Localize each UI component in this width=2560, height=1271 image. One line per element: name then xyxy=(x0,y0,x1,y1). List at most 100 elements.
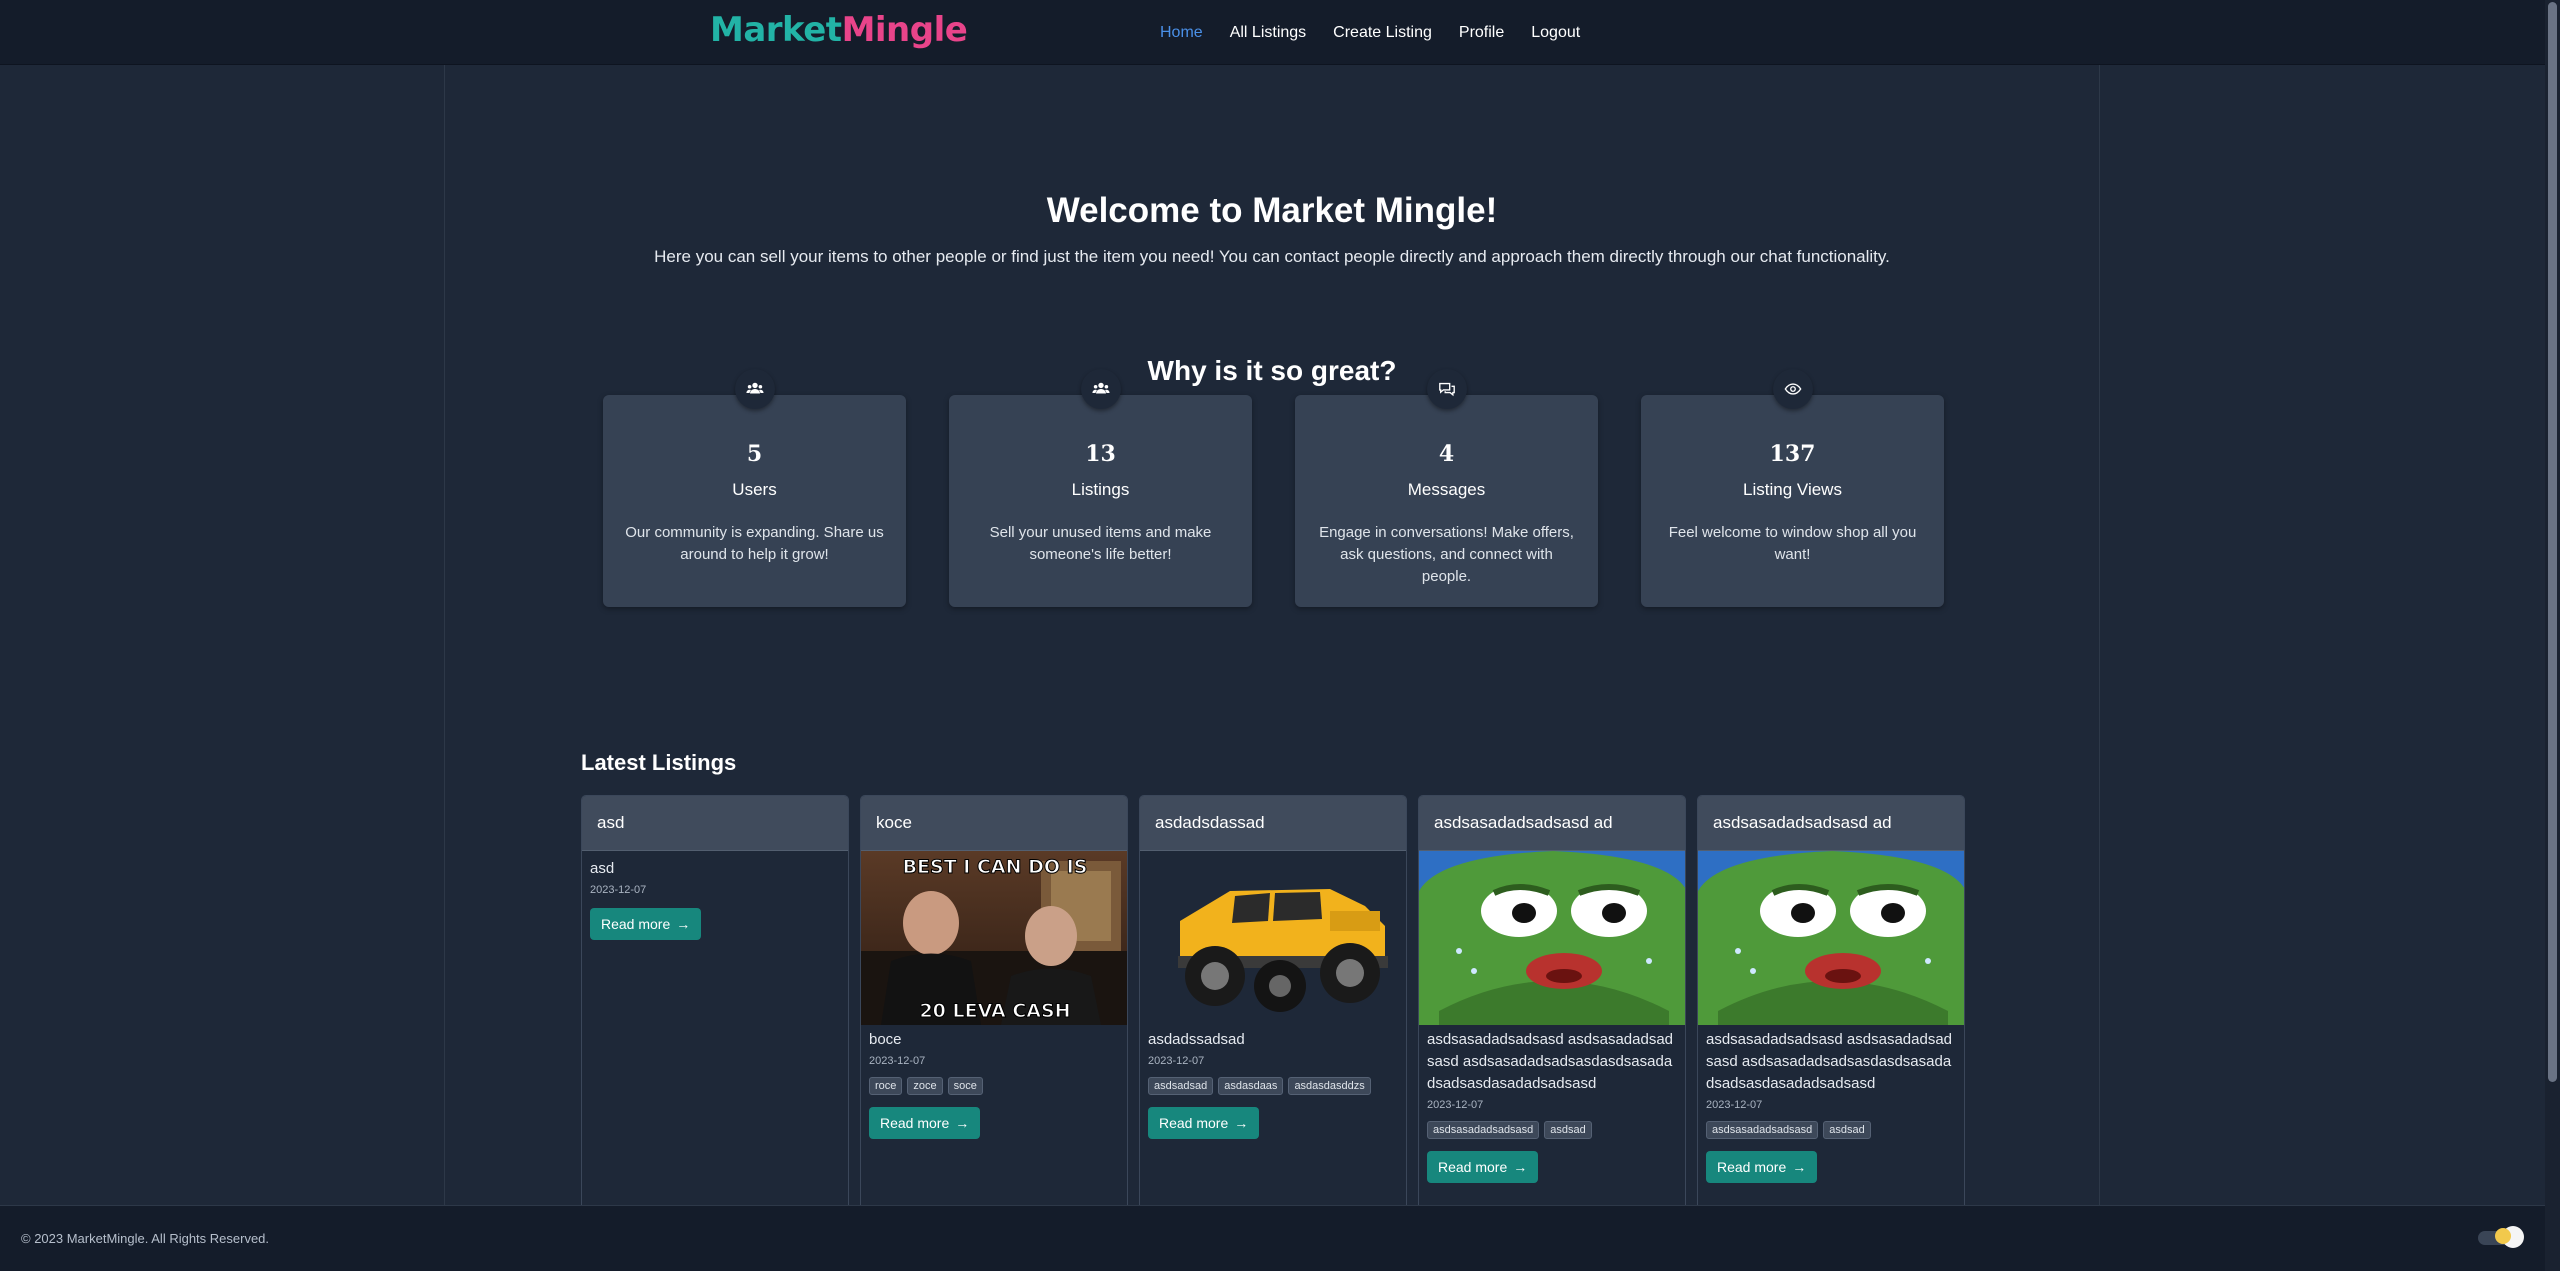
tag[interactable]: asdsad xyxy=(1823,1121,1871,1139)
stat-description: Engage in conversations! Make offers, as… xyxy=(1319,524,1574,585)
tag-list: asdsasadadsadsasd asdsad xyxy=(1706,1121,1956,1139)
navbar: MarketMingle Home All Listings Create Li… xyxy=(0,0,2560,65)
listing-body: asd 2023-12-07 Read more → xyxy=(590,858,840,940)
arrow-right-icon: → xyxy=(676,916,691,932)
stat-label: Users xyxy=(732,480,777,499)
listing-title: asdsasadadsadsasd ad xyxy=(1698,796,1964,851)
listing-image xyxy=(1140,851,1406,1025)
tag[interactable]: asdsasadadsadsasd xyxy=(1706,1121,1819,1139)
read-more-button[interactable]: Read more → xyxy=(590,908,702,940)
listing-image: BEST I CAN DO IS 20 LEVA CASH xyxy=(861,851,1127,1025)
listing-date: 2023-12-07 xyxy=(1427,1099,1484,1111)
listing-card[interactable]: asdsasadadsadsasd ad asdsasadadsadsasd a… xyxy=(1697,795,1965,1215)
read-more-button[interactable]: Read more → xyxy=(1148,1107,1260,1139)
main-container: Welcome to Market Mingle! Here you can s… xyxy=(444,65,2100,1215)
latest-listings-title: Latest Listings xyxy=(581,750,737,775)
stat-card-listings: 13 Listings Sell your unused items and m… xyxy=(949,369,1252,607)
read-more-label: Read more xyxy=(601,916,671,932)
listing-title: asdadsdassad xyxy=(1140,796,1406,851)
footer: © 2023 MarketMingle. All Rights Reserved… xyxy=(0,1205,2545,1271)
page-scrollbar[interactable] xyxy=(2545,0,2560,1271)
image-bottom-text: 20 LEVA CASH xyxy=(919,1000,1070,1022)
stat-card-users: 5 Users Our community is expanding. Shar… xyxy=(603,369,906,607)
chat-icon xyxy=(1426,369,1467,409)
tag[interactable]: asdasdaas xyxy=(1218,1077,1284,1095)
arrow-right-icon: → xyxy=(1513,1159,1528,1175)
listing-card[interactable]: asdsasadadsadsasd ad asdsasadadsadsasd a… xyxy=(1418,795,1686,1215)
arrow-right-icon: → xyxy=(1234,1115,1249,1131)
why-title: Why is it so great? xyxy=(1147,355,1397,386)
listing-image xyxy=(1698,851,1964,1025)
nav-links: Home All Listings Create Listing Profile… xyxy=(1160,0,1607,65)
tag-list: asdsadsad asdasdaas asdasdasddzs xyxy=(1148,1077,1398,1095)
moon-icon xyxy=(2495,1228,2511,1244)
nav-create-listing[interactable]: Create Listing xyxy=(1333,24,1432,42)
stat-description: Our community is expanding. Share us aro… xyxy=(625,524,884,563)
listing-card[interactable]: koce BEST I CAN DO IS 20 LEVA CASH boce … xyxy=(860,795,1128,1215)
read-more-label: Read more xyxy=(1438,1159,1508,1175)
listing-body: asdadssadsad 2023-12-07 asdsadsad asdasd… xyxy=(1148,1029,1398,1139)
stat-card-listing-views: 137 Listing Views Feel welcome to window… xyxy=(1641,369,1944,607)
tag[interactable]: asdsad xyxy=(1544,1121,1592,1139)
nav-all-listings[interactable]: All Listings xyxy=(1230,24,1306,42)
nav-logout[interactable]: Logout xyxy=(1531,24,1580,42)
listing-description: asdadssadsad xyxy=(1148,1031,1245,1048)
stat-description: Feel welcome to window shop all you want… xyxy=(1668,524,1917,563)
stat-label: Listings xyxy=(1071,480,1130,499)
stat-description: Sell your unused items and make someone'… xyxy=(989,524,1212,563)
listing-title: asdsasadadsadsasd ad xyxy=(1419,796,1685,851)
brand-part-mingle: Mingle xyxy=(841,10,968,50)
listing-title: asd xyxy=(582,796,848,851)
listing-description: asd xyxy=(590,860,615,877)
read-more-label: Read more xyxy=(1159,1115,1229,1131)
listing-description: boce xyxy=(869,1031,902,1048)
listing-description: asdsasadadsadsasd asdsasadadsadsasd asds… xyxy=(1427,1031,1674,1092)
stat-label: Listing Views xyxy=(1743,480,1842,499)
arrow-right-icon: → xyxy=(955,1115,970,1131)
scrollbar-thumb[interactable] xyxy=(2548,2,2557,1082)
nav-home[interactable]: Home xyxy=(1160,24,1203,42)
read-more-label: Read more xyxy=(1717,1159,1787,1175)
listing-card[interactable]: asdadsdassad asdadssadsad 2023-12-07 asd… xyxy=(1139,795,1407,1215)
tag[interactable]: zoce xyxy=(907,1077,943,1095)
page-subtitle: Here you can sell your items to other pe… xyxy=(654,247,1890,266)
tag[interactable]: asdsasadadsadsasd xyxy=(1427,1121,1540,1139)
listing-date: 2023-12-07 xyxy=(869,1055,926,1067)
stat-number: 4 xyxy=(1438,441,1455,467)
stat-card-messages: 4 Messages Engage in conversations! Make… xyxy=(1295,369,1598,607)
tag[interactable]: soce xyxy=(947,1077,983,1095)
stat-number: 5 xyxy=(746,441,763,467)
users-icon xyxy=(734,369,775,409)
listing-date: 2023-12-07 xyxy=(590,884,647,896)
listing-card[interactable]: asd asd 2023-12-07 Read more → xyxy=(581,795,849,1215)
brand-part-market: Market xyxy=(710,10,842,50)
listing-title: koce xyxy=(861,796,1127,851)
listing-image xyxy=(1419,851,1685,1025)
stat-label: Messages xyxy=(1407,480,1486,499)
arrow-right-icon: → xyxy=(1792,1159,1807,1175)
listing-body: boce 2023-12-07 roce zoce soce Read more… xyxy=(869,1029,1119,1139)
dark-mode-toggle[interactable] xyxy=(2478,1226,2526,1248)
read-more-label: Read more xyxy=(880,1115,950,1131)
read-more-button[interactable]: Read more → xyxy=(869,1107,981,1139)
users-icon xyxy=(1080,369,1121,409)
read-more-button[interactable]: Read more → xyxy=(1427,1151,1539,1183)
footer-copyright: © 2023 MarketMingle. All Rights Reserved… xyxy=(21,1231,270,1246)
listing-body: asdsasadadsadsasd asdsasadadsadsasd asds… xyxy=(1427,1029,1677,1183)
tag[interactable]: asdsadsad xyxy=(1148,1077,1214,1095)
stat-number: 137 xyxy=(1769,441,1816,467)
read-more-button[interactable]: Read more → xyxy=(1706,1151,1818,1183)
brand-logo[interactable]: MarketMingle xyxy=(710,10,968,50)
listing-description: asdsasadadsadsasd asdsasadadsadsasd asds… xyxy=(1706,1031,1953,1092)
listing-body: asdsasadadsadsasd asdsasadadsadsasd asds… xyxy=(1706,1029,1956,1183)
listing-date: 2023-12-07 xyxy=(1148,1055,1205,1067)
tag[interactable]: asdasdasddzs xyxy=(1288,1077,1371,1095)
stat-number: 13 xyxy=(1085,441,1116,467)
tag[interactable]: roce xyxy=(869,1077,903,1095)
tag-list: roce zoce soce xyxy=(869,1077,1119,1095)
tag-list: asdsasadadsadsasd asdsad xyxy=(1427,1121,1677,1139)
nav-profile[interactable]: Profile xyxy=(1459,24,1504,42)
listing-date: 2023-12-07 xyxy=(1706,1099,1763,1111)
eye-icon xyxy=(1772,369,1813,409)
page-title: Welcome to Market Mingle! xyxy=(1046,191,1498,230)
